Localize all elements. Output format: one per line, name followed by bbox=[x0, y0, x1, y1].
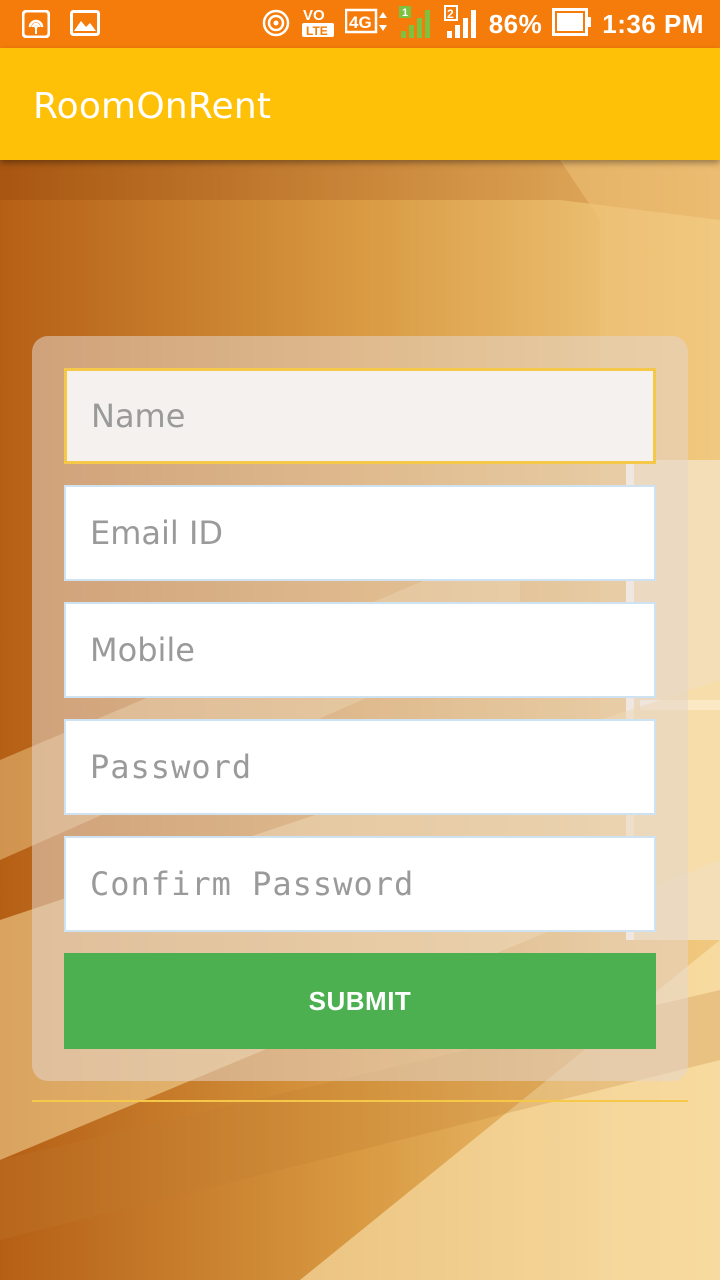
svg-text:VO: VO bbox=[303, 7, 325, 24]
name-field[interactable] bbox=[64, 368, 656, 464]
4g-icon: 4G bbox=[344, 7, 387, 42]
confirm-password-input[interactable] bbox=[90, 838, 654, 930]
app-bar: RoomOnRent bbox=[0, 48, 720, 160]
app-title: RoomOnRent bbox=[33, 86, 272, 127]
svg-text:4G: 4G bbox=[349, 13, 372, 32]
email-input[interactable] bbox=[90, 487, 654, 579]
volte-icon: VO LTE bbox=[301, 5, 335, 44]
status-left-icons bbox=[21, 9, 100, 43]
signal-sim2-icon: 2 bbox=[443, 4, 479, 45]
mobile-field[interactable] bbox=[64, 602, 656, 698]
clock: 1:36 PM bbox=[602, 8, 704, 39]
name-input[interactable] bbox=[91, 371, 653, 461]
svg-text:2: 2 bbox=[447, 7, 454, 21]
content-area: SUBMIT bbox=[0, 160, 720, 1280]
mobile-input[interactable] bbox=[90, 604, 654, 696]
image-icon bbox=[70, 10, 100, 43]
password-field[interactable] bbox=[64, 719, 656, 815]
divider bbox=[32, 1100, 688, 1102]
signal-sim1-icon: 1 bbox=[397, 4, 433, 45]
status-bar: VO LTE 4G 1 2 86% 1:36 PM bbox=[0, 0, 720, 48]
battery-icon bbox=[552, 7, 592, 41]
password-input[interactable] bbox=[90, 721, 654, 813]
email-field[interactable] bbox=[64, 485, 656, 581]
wifi-hotspot-icon bbox=[261, 7, 291, 42]
svg-text:LTE: LTE bbox=[306, 24, 328, 38]
battery-percent: 86% bbox=[488, 8, 543, 39]
confirm-password-field[interactable] bbox=[64, 836, 656, 932]
hotspot-icon bbox=[21, 9, 51, 43]
status-right-icons: VO LTE 4G 1 2 86% 1:36 PM bbox=[261, 4, 704, 45]
submit-button[interactable]: SUBMIT bbox=[64, 953, 656, 1049]
signup-form-card: SUBMIT bbox=[32, 336, 688, 1081]
svg-text:1: 1 bbox=[402, 7, 408, 19]
